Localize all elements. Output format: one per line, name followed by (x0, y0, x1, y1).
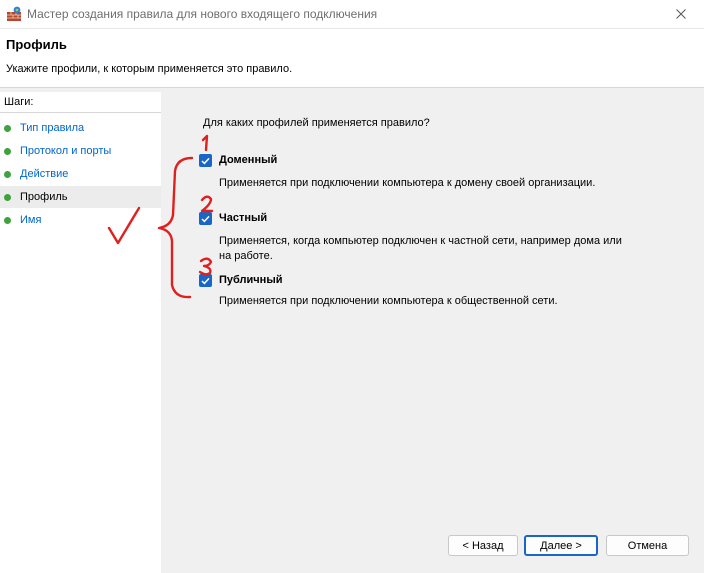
sidebar-item-protocol-ports[interactable]: Протокол и порты (0, 140, 161, 162)
sidebar-item-action[interactable]: Действие (0, 163, 161, 185)
steps-sidebar: Шаги: Тип правила Протокол и порты Дейст… (0, 92, 161, 573)
sidebar-item-label: Имя (20, 214, 42, 226)
profile-panel: Для каких профилей применяется правило? … (166, 92, 704, 573)
step-dot-icon (4, 124, 11, 132)
sidebar-item-label: Действие (20, 168, 69, 180)
page-title: Профиль (6, 37, 67, 52)
step-dot-icon (4, 193, 11, 201)
cancel-button[interactable]: Отмена (606, 535, 689, 556)
step-dot-icon (4, 216, 11, 224)
close-icon (676, 9, 686, 19)
domain-checkbox[interactable] (199, 154, 212, 167)
public-label[interactable]: Публичный (219, 274, 282, 286)
step-dot-icon (4, 170, 11, 178)
public-checkbox[interactable] (199, 274, 212, 287)
private-label[interactable]: Частный (219, 212, 267, 224)
page-subtitle: Укажите профили, к которым применяется э… (6, 63, 293, 75)
sidebar-item-profile[interactable]: Профиль (0, 186, 161, 208)
title-bar: Мастер создания правила для нового входя… (0, 0, 704, 29)
back-button[interactable]: < Назад (448, 535, 518, 556)
check-icon (201, 277, 210, 284)
public-description: Применяется при подключении компьютера к… (219, 295, 558, 307)
next-button[interactable]: Далее > (524, 535, 598, 556)
domain-label[interactable]: Доменный (219, 154, 277, 166)
step-dot-icon (4, 147, 11, 155)
sidebar-item-label: Тип правила (20, 122, 85, 134)
close-button[interactable] (658, 0, 704, 28)
check-icon (201, 157, 210, 164)
wizard-header: Профиль Укажите профили, к которым приме… (0, 29, 704, 88)
private-checkbox[interactable] (199, 212, 212, 225)
sidebar-item-rule-type[interactable]: Тип правила (0, 117, 161, 139)
sidebar-item-name[interactable]: Имя (0, 209, 161, 231)
divider (0, 112, 161, 113)
question-label: Для каких профилей применяется правило? (203, 117, 430, 129)
firewall-icon (6, 6, 22, 22)
domain-description: Применяется при подключении компьютера к… (219, 177, 596, 189)
steps-header: Шаги: (4, 96, 34, 108)
sidebar-item-label: Профиль (20, 191, 68, 203)
window-title: Мастер создания правила для нового входя… (27, 7, 378, 21)
check-icon (201, 215, 210, 222)
private-description: Применяется, когда компьютер подключен к… (219, 235, 622, 262)
sidebar-item-label: Протокол и порты (20, 145, 112, 157)
